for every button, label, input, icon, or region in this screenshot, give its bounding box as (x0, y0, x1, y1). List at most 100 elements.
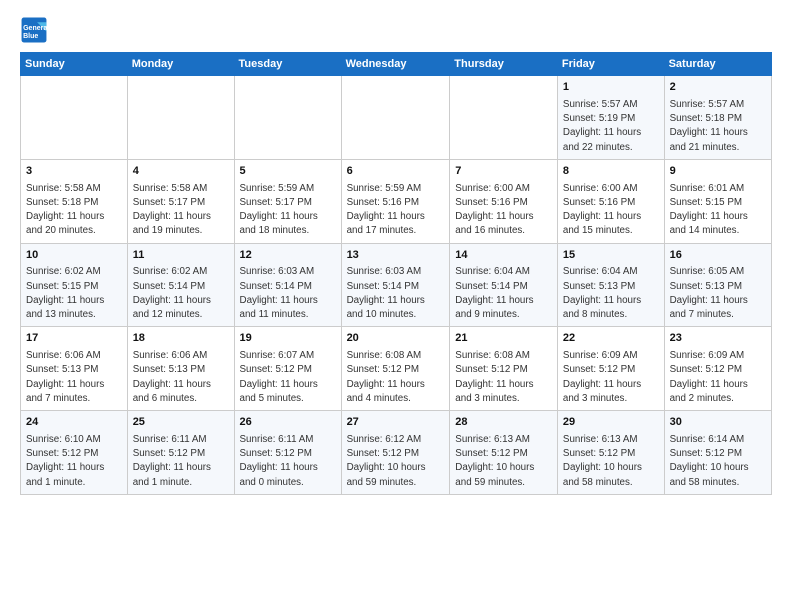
weekday-header-tuesday: Tuesday (234, 53, 341, 76)
day-number: 20 (347, 331, 445, 347)
calendar-cell: 3Sunrise: 5:58 AM Sunset: 5:18 PM Daylig… (21, 159, 128, 243)
day-info: Sunrise: 6:01 AM Sunset: 5:15 PM Dayligh… (670, 182, 766, 239)
weekday-header-wednesday: Wednesday (341, 53, 450, 76)
calendar-cell: 15Sunrise: 6:04 AM Sunset: 5:13 PM Dayli… (557, 243, 664, 327)
weekday-header-friday: Friday (557, 53, 664, 76)
day-number: 13 (347, 248, 445, 264)
day-number: 15 (563, 248, 659, 264)
day-info: Sunrise: 6:02 AM Sunset: 5:15 PM Dayligh… (26, 265, 122, 322)
logo: General Blue (20, 16, 52, 44)
calendar-cell: 5 Sunrise: 5:59 AM Sunset: 5:17 PM Daylig… (234, 159, 341, 243)
day-info: Sunrise: 6:11 AM Sunset: 5:12 PM Dayligh… (240, 433, 336, 490)
day-number: 23 (670, 331, 766, 347)
calendar-header-row: SundayMondayTuesdayWednesdayThursdayFrid… (21, 53, 772, 76)
day-number: 27 (347, 415, 445, 431)
svg-text:General: General (23, 25, 48, 32)
calendar-cell: 16Sunrise: 6:05 AM Sunset: 5:13 PM Dayli… (664, 243, 771, 327)
calendar-cell (234, 76, 341, 160)
day-info: Sunrise: 5:58 AM Sunset: 5:17 PM Dayligh… (133, 182, 229, 239)
page: General Blue SundayMondayTuesdayWednesda… (0, 0, 792, 511)
day-info: Sunrise: 6:03 AM Sunset: 5:14 PM Dayligh… (240, 265, 336, 322)
day-info: Sunrise: 5:59 AM Sunset: 5:17 PM Dayligh… (240, 182, 336, 239)
day-info: Sunrise: 6:10 AM Sunset: 5:12 PM Dayligh… (26, 433, 122, 490)
calendar-cell: 24 Sunrise: 6:10 AM Sunset: 5:12 PM Dayli… (21, 411, 128, 495)
day-number: 9 (670, 164, 766, 180)
day-info: Sunrise: 6:04 AM Sunset: 5:13 PM Dayligh… (563, 265, 659, 322)
logo-icon: General Blue (20, 16, 48, 44)
day-info: Sunrise: 6:05 AM Sunset: 5:13 PM Dayligh… (670, 265, 766, 322)
calendar-cell: 7Sunrise: 6:00 AM Sunset: 5:16 PM Daylig… (450, 159, 558, 243)
calendar-cell: 11Sunrise: 6:02 AM Sunset: 5:14 PM Dayli… (127, 243, 234, 327)
day-number: 4 (133, 164, 229, 180)
day-info: Sunrise: 6:06 AM Sunset: 5:13 PM Dayligh… (133, 349, 229, 406)
day-info: Sunrise: 5:57 AM Sunset: 5:18 PM Dayligh… (670, 98, 766, 155)
day-number: 12 (240, 248, 336, 264)
calendar-week-3: 10Sunrise: 6:02 AM Sunset: 5:15 PM Dayli… (21, 243, 772, 327)
calendar-cell: 12Sunrise: 6:03 AM Sunset: 5:14 PM Dayli… (234, 243, 341, 327)
calendar-cell: 18 Sunrise: 6:06 AM Sunset: 5:13 PM Dayli… (127, 327, 234, 411)
calendar-cell: 4 Sunrise: 5:58 AM Sunset: 5:17 PM Daylig… (127, 159, 234, 243)
weekday-header-saturday: Saturday (664, 53, 771, 76)
calendar-cell: 29 Sunrise: 6:13 AM Sunset: 5:12 PM Dayli… (557, 411, 664, 495)
calendar-cell: 6 Sunrise: 5:59 AM Sunset: 5:16 PM Daylig… (341, 159, 450, 243)
day-number: 22 (563, 331, 659, 347)
calendar-cell: 23 Sunrise: 6:09 AM Sunset: 5:12 PM Dayli… (664, 327, 771, 411)
calendar-cell (127, 76, 234, 160)
day-info: Sunrise: 6:08 AM Sunset: 5:12 PM Dayligh… (455, 349, 552, 406)
calendar-cell: 1Sunrise: 5:57 AM Sunset: 5:19 PM Daylig… (557, 76, 664, 160)
day-number: 10 (26, 248, 122, 264)
day-info: Sunrise: 6:04 AM Sunset: 5:14 PM Dayligh… (455, 265, 552, 322)
day-info: Sunrise: 6:09 AM Sunset: 5:12 PM Dayligh… (563, 349, 659, 406)
svg-text:Blue: Blue (23, 33, 38, 40)
calendar-week-5: 24 Sunrise: 6:10 AM Sunset: 5:12 PM Dayli… (21, 411, 772, 495)
calendar-table: SundayMondayTuesdayWednesdayThursdayFrid… (20, 52, 772, 495)
day-number: 19 (240, 331, 336, 347)
weekday-header-sunday: Sunday (21, 53, 128, 76)
day-number: 8 (563, 164, 659, 180)
calendar-cell: 28 Sunrise: 6:13 AM Sunset: 5:12 PM Dayli… (450, 411, 558, 495)
calendar-cell: 30 Sunrise: 6:14 AM Sunset: 5:12 PM Dayli… (664, 411, 771, 495)
calendar-cell: 20 Sunrise: 6:08 AM Sunset: 5:12 PM Dayli… (341, 327, 450, 411)
day-number: 3 (26, 164, 122, 180)
day-info: Sunrise: 6:12 AM Sunset: 5:12 PM Dayligh… (347, 433, 445, 490)
header: General Blue (20, 16, 772, 44)
day-number: 30 (670, 415, 766, 431)
calendar-cell: 2Sunrise: 5:57 AM Sunset: 5:18 PM Daylig… (664, 76, 771, 160)
day-info: Sunrise: 6:09 AM Sunset: 5:12 PM Dayligh… (670, 349, 766, 406)
day-info: Sunrise: 6:11 AM Sunset: 5:12 PM Dayligh… (133, 433, 229, 490)
day-number: 14 (455, 248, 552, 264)
calendar-cell: 9 Sunrise: 6:01 AM Sunset: 5:15 PM Daylig… (664, 159, 771, 243)
day-info: Sunrise: 6:03 AM Sunset: 5:14 PM Dayligh… (347, 265, 445, 322)
day-info: Sunrise: 6:00 AM Sunset: 5:16 PM Dayligh… (563, 182, 659, 239)
day-number: 24 (26, 415, 122, 431)
calendar-cell: 22 Sunrise: 6:09 AM Sunset: 5:12 PM Dayli… (557, 327, 664, 411)
day-number: 29 (563, 415, 659, 431)
calendar-cell: 21 Sunrise: 6:08 AM Sunset: 5:12 PM Dayli… (450, 327, 558, 411)
day-number: 25 (133, 415, 229, 431)
day-info: Sunrise: 6:13 AM Sunset: 5:12 PM Dayligh… (563, 433, 659, 490)
day-number: 18 (133, 331, 229, 347)
day-info: Sunrise: 6:13 AM Sunset: 5:12 PM Dayligh… (455, 433, 552, 490)
day-info: Sunrise: 5:59 AM Sunset: 5:16 PM Dayligh… (347, 182, 445, 239)
day-number: 7 (455, 164, 552, 180)
day-info: Sunrise: 6:14 AM Sunset: 5:12 PM Dayligh… (670, 433, 766, 490)
calendar-cell: 19Sunrise: 6:07 AM Sunset: 5:12 PM Dayli… (234, 327, 341, 411)
day-info: Sunrise: 6:02 AM Sunset: 5:14 PM Dayligh… (133, 265, 229, 322)
day-number: 6 (347, 164, 445, 180)
day-number: 16 (670, 248, 766, 264)
calendar-cell: 27 Sunrise: 6:12 AM Sunset: 5:12 PM Dayli… (341, 411, 450, 495)
day-number: 21 (455, 331, 552, 347)
day-number: 11 (133, 248, 229, 264)
weekday-header-thursday: Thursday (450, 53, 558, 76)
calendar-week-1: 1Sunrise: 5:57 AM Sunset: 5:19 PM Daylig… (21, 76, 772, 160)
day-number: 1 (563, 80, 659, 96)
day-number: 17 (26, 331, 122, 347)
day-number: 5 (240, 164, 336, 180)
calendar-cell (450, 76, 558, 160)
day-info: Sunrise: 6:08 AM Sunset: 5:12 PM Dayligh… (347, 349, 445, 406)
calendar-cell (21, 76, 128, 160)
day-number: 26 (240, 415, 336, 431)
day-number: 28 (455, 415, 552, 431)
calendar-cell: 26 Sunrise: 6:11 AM Sunset: 5:12 PM Dayli… (234, 411, 341, 495)
day-info: Sunrise: 6:06 AM Sunset: 5:13 PM Dayligh… (26, 349, 122, 406)
